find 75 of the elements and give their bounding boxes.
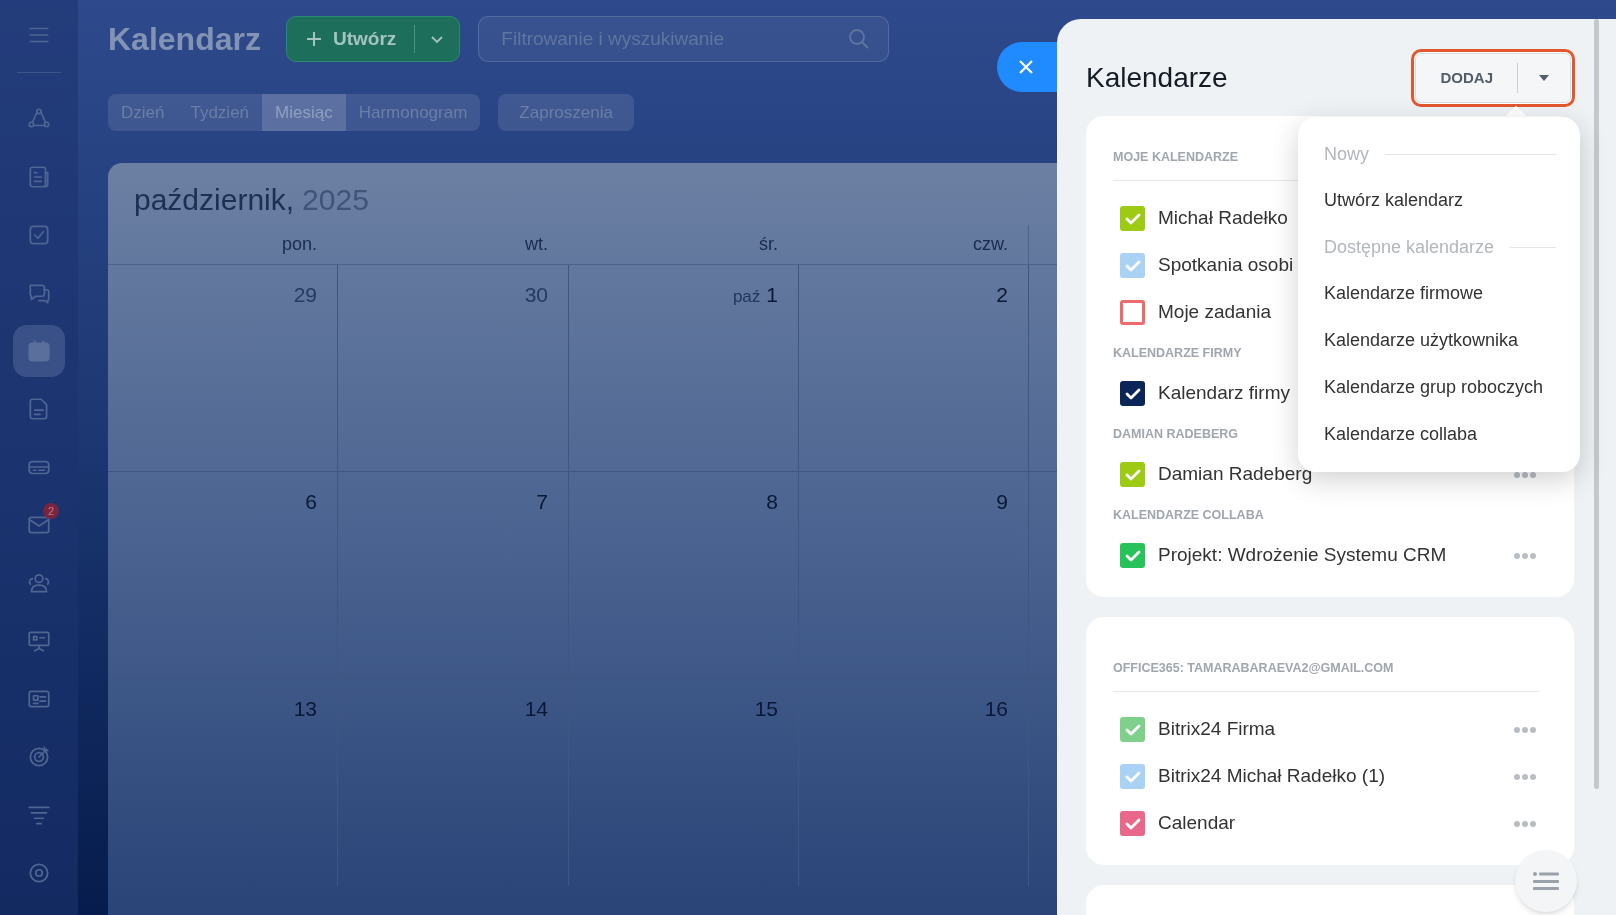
calendar-name: Moje zadania — [1158, 300, 1272, 325]
checkbox-icon — [26, 222, 52, 248]
check-icon — [1124, 549, 1141, 562]
weekday-label: pon. — [281, 234, 317, 254]
calendar-name: Calendar — [1158, 811, 1236, 836]
page-title: Kalendarz — [108, 20, 262, 59]
menu-section-heading: Dostępne kalendarze — [1324, 235, 1495, 259]
check-icon — [1124, 468, 1141, 481]
checkbox[interactable] — [1120, 764, 1145, 789]
checkbox[interactable] — [1120, 206, 1145, 231]
checkbox[interactable] — [1120, 300, 1145, 325]
section-heading: OFFICE365: TAMARABARAEVA2@GMAIL.COM — [1113, 660, 1394, 677]
day-number: 7 — [536, 489, 548, 515]
menu-item[interactable]: Kalendarze collaba — [1324, 411, 1556, 458]
check-icon — [1124, 212, 1141, 225]
more-icon[interactable] — [1513, 772, 1537, 781]
calendar-name: Damian Radeberg — [1158, 462, 1313, 487]
section-heading: MOJE KALENDARZE — [1113, 149, 1238, 166]
weekday-label: śr. — [759, 234, 778, 254]
notification-badge: 2 — [43, 503, 59, 519]
day-number: 2 — [996, 282, 1008, 308]
day-number: 9 — [996, 489, 1008, 515]
calendar-name: Michał Radełko — [1158, 206, 1288, 231]
calendar-name: Spotkania osobi — [1158, 253, 1294, 278]
day-number: 15 — [754, 696, 778, 722]
check-icon — [1124, 817, 1141, 830]
checkbox[interactable] — [1120, 717, 1145, 742]
check-icon — [1124, 259, 1141, 272]
sidebar-item[interactable]: 2 — [13, 499, 65, 551]
newspaper-icon — [26, 164, 52, 190]
check-icon — [1124, 770, 1141, 783]
menu-item[interactable]: Kalendarze grup roboczych — [1324, 364, 1556, 411]
presentation-icon — [26, 628, 52, 654]
section-heading: DAMIAN RADEBERG — [1113, 426, 1238, 443]
day-number: 30 — [524, 282, 548, 308]
plus-icon — [305, 30, 323, 48]
list-icon — [1533, 871, 1559, 891]
menu-item[interactable]: Utwórz kalendarz — [1324, 177, 1556, 224]
calendar-name: Kalendarz firmy — [1158, 381, 1290, 406]
more-icon[interactable] — [1513, 725, 1537, 734]
create-button[interactable]: Utwórz — [286, 16, 461, 62]
month-name: październik, — [134, 183, 295, 216]
weekday-label: wt. — [525, 234, 548, 254]
check-icon — [1124, 723, 1141, 736]
month-abbreviation: paź — [732, 286, 761, 308]
close-icon — [1017, 58, 1035, 76]
checkbox[interactable] — [1120, 253, 1145, 278]
panel-title: Kalendarze — [1086, 61, 1228, 95]
sidebar-item[interactable] — [13, 325, 65, 377]
checkbox[interactable] — [1120, 543, 1145, 568]
weekday-label: czw. — [973, 234, 1008, 254]
section-heading: KALENDARZE COLLABA — [1113, 507, 1264, 524]
day-number: 6 — [305, 489, 317, 515]
menu-section-heading: Nowy — [1324, 142, 1369, 166]
checkbox[interactable] — [1120, 811, 1145, 836]
calendar-icon — [26, 338, 52, 364]
calendar-name: Bitrix24 Firma — [1158, 717, 1276, 742]
check-icon — [1124, 387, 1141, 400]
scrollbar[interactable] — [1594, 19, 1599, 789]
day-number: 8 — [766, 489, 778, 515]
day-number: 14 — [524, 696, 548, 722]
calendar-name: Bitrix24 Michał Radełko (1) — [1158, 764, 1386, 789]
day-number: 16 — [984, 696, 1008, 722]
day-number: 13 — [293, 696, 317, 722]
section-heading: KALENDARZE FIRMY — [1113, 345, 1242, 362]
more-icon[interactable] — [1513, 470, 1537, 479]
day-number: 1 — [766, 282, 778, 308]
checkbox[interactable] — [1120, 462, 1145, 487]
calendar-name: Projekt: Wdrożenie Systemu CRM — [1158, 543, 1447, 568]
more-icon[interactable] — [1513, 551, 1537, 560]
menu-item[interactable]: Kalendarze użytkownika — [1324, 317, 1556, 364]
day-number: 29 — [293, 282, 317, 308]
checkbox[interactable] — [1120, 381, 1145, 406]
menu-item[interactable]: Kalendarze firmowe — [1324, 270, 1556, 317]
more-icon[interactable] — [1513, 819, 1537, 828]
